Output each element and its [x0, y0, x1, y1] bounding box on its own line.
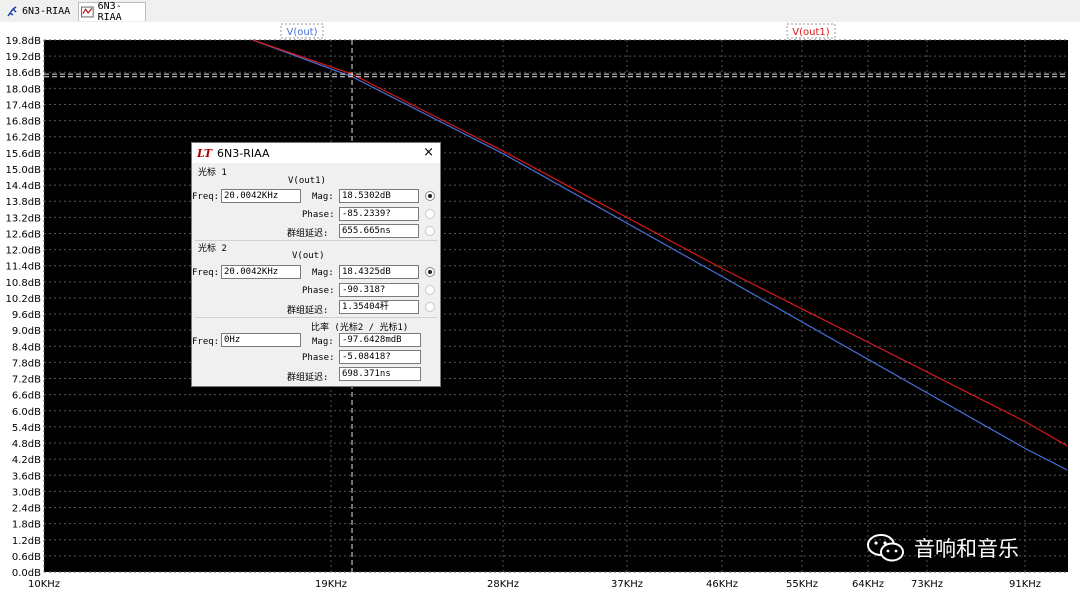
- close-icon[interactable]: ×: [423, 145, 434, 160]
- cursor2-delay-radio[interactable]: [425, 302, 435, 312]
- cursor2-freq-field[interactable]: 20.0042KHz: [221, 265, 301, 279]
- x-tick-label: 55KHz: [785, 579, 819, 590]
- cursor1-delay-label: 群组延迟:: [287, 229, 329, 239]
- cursor2-trace: V(out): [292, 251, 325, 261]
- cursor2-delay-label: 群组延迟:: [287, 306, 329, 316]
- ratio-phase-field[interactable]: -5.08418?: [339, 350, 421, 364]
- y-tick-label: 11.4dB: [6, 262, 42, 273]
- y-tick-label: 12.6dB: [6, 229, 42, 240]
- ratio-heading: 比率 (光标2 / 光标1): [311, 323, 409, 333]
- ratio-mag-label: Mag:: [312, 337, 334, 347]
- cursor2-mag-label: Mag:: [312, 268, 334, 278]
- cursor1-mag-label: Mag:: [312, 192, 334, 202]
- cursor1-mag-field[interactable]: 18.5302dB: [339, 189, 419, 203]
- tab-label: 6N3-RIAA: [97, 1, 122, 23]
- cursor1-phase-label: Phase:: [302, 210, 335, 220]
- cursor1-freq-field[interactable]: 20.0042KHz: [221, 189, 301, 203]
- tab-label: 6N3-RIAA: [22, 6, 71, 17]
- x-tick-label: 28KHz: [486, 579, 520, 590]
- y-tick-label: 3.0dB: [12, 487, 41, 498]
- ratio-delay-label: 群组延迟:: [287, 373, 329, 383]
- y-tick-label: 0.0dB: [12, 568, 41, 579]
- y-tick-label: 16.2dB: [6, 133, 42, 144]
- x-tick-label: 37KHz: [610, 579, 644, 590]
- y-tick-label: 15.0dB: [6, 165, 42, 176]
- y-tick-label: 2.4dB: [12, 504, 41, 515]
- x-tick-label: 73KHz: [910, 579, 944, 590]
- cursor2-phase-field[interactable]: -90.318?: [339, 283, 419, 297]
- y-tick-label: 13.2dB: [6, 213, 42, 224]
- divider: [195, 240, 437, 241]
- x-tick-label: 91KHz: [1008, 579, 1042, 590]
- y-tick-label: 17.4dB: [6, 100, 42, 111]
- trace-label: V(out1): [792, 27, 829, 38]
- watermark-text: 音响和音乐: [914, 537, 1019, 561]
- y-tick-label: 1.8dB: [12, 520, 41, 531]
- x-tick-label: 10KHz: [27, 579, 61, 590]
- y-tick-label: 10.8dB: [6, 278, 42, 289]
- bode-plot[interactable]: 0.0dB 0.6dB 1.2dB 1.8dB 2.4dB 3.0dB 3.6dB 4.2dB…: [0, 22, 1080, 597]
- trace-label: V(out): [286, 27, 317, 38]
- dialog-titlebar[interactable]: LT 6N3-RIAA ×: [192, 143, 440, 163]
- y-tick-label: 13.8dB: [6, 197, 42, 208]
- cursor2-phase-radio[interactable]: [425, 285, 435, 295]
- y-tick-label: 1.2dB: [12, 536, 41, 547]
- y-tick-label: 6.0dB: [12, 407, 41, 418]
- ltspice-logo-icon: LT: [197, 146, 213, 160]
- x-tick-label: 19KHz: [314, 579, 348, 590]
- cursor1-delay-field[interactable]: 655.665ns: [339, 224, 419, 238]
- y-tick-label: 14.4dB: [6, 181, 42, 192]
- ratio-mag-field[interactable]: -97.6428mdB: [339, 333, 421, 347]
- cursor1-freq-label: Freq:: [192, 192, 220, 202]
- y-tick-label: 7.8dB: [12, 358, 41, 369]
- y-tick-label: 19.8dB: [6, 36, 42, 47]
- cursor1-mag-radio[interactable]: [425, 191, 435, 201]
- cursor1-trace: V(out1): [288, 176, 326, 186]
- tab-bar: 6N3-RIAA 6N3-RIAA: [0, 0, 1080, 23]
- cursor2-mag-field[interactable]: 18.4325dB: [339, 265, 419, 279]
- watermark: 音响和音乐: [866, 532, 1019, 564]
- y-tick-label: 9.0dB: [12, 326, 41, 337]
- y-tick-label: 4.8dB: [12, 439, 41, 450]
- y-tick-label: 12.0dB: [6, 246, 42, 257]
- y-tick-label: 3.6dB: [12, 471, 41, 482]
- schematic-icon: [7, 5, 17, 16]
- cursor2-phase-label: Phase:: [302, 286, 335, 296]
- cursor1-heading: 光标 1: [198, 168, 227, 178]
- tab-waveform[interactable]: 6N3-RIAA: [78, 1, 146, 23]
- y-tick-label: 18.6dB: [6, 68, 42, 79]
- cursor1-phase-field[interactable]: -85.2339?: [339, 207, 419, 221]
- waveform-viewer[interactable]: 0.0dB 0.6dB 1.2dB 1.8dB 2.4dB 3.0dB 3.6dB 4.2dB…: [0, 22, 1080, 597]
- y-tick-label: 5.4dB: [12, 423, 41, 434]
- y-tick-label: 10.2dB: [6, 294, 42, 305]
- waveform-icon: [81, 6, 94, 18]
- cursor-dialog[interactable]: LT 6N3-RIAA × 光标 1 V(out1) Freq: 20.0042…: [191, 142, 441, 387]
- y-tick-label: 6.6dB: [12, 391, 41, 402]
- cursor1-phase-radio[interactable]: [425, 209, 435, 219]
- ratio-freq-label: Freq:: [192, 337, 220, 347]
- y-tick-label: 7.2dB: [12, 375, 41, 386]
- y-tick-label: 4.2dB: [12, 455, 41, 466]
- y-tick-label: 15.6dB: [6, 149, 42, 160]
- ratio-phase-label: Phase:: [302, 353, 335, 363]
- ratio-freq-field[interactable]: 0Hz: [221, 333, 301, 347]
- tab-schematic[interactable]: 6N3-RIAA: [4, 2, 76, 21]
- dialog-title: 6N3-RIAA: [217, 146, 270, 160]
- y-tick-label: 18.0dB: [6, 84, 42, 95]
- cursor2-mag-radio[interactable]: [425, 267, 435, 277]
- x-tick-label: 46KHz: [705, 579, 739, 590]
- x-tick-label: 64KHz: [851, 579, 885, 590]
- cursor2-delay-field[interactable]: 1.35404秆: [339, 300, 419, 314]
- cursor2-freq-label: Freq:: [192, 268, 220, 278]
- divider: [195, 317, 437, 318]
- y-tick-label: 9.6dB: [12, 310, 41, 321]
- cursor1-delay-radio[interactable]: [425, 226, 435, 236]
- y-tick-label: 19.2dB: [6, 52, 42, 63]
- cursor2-heading: 光标 2: [198, 244, 227, 254]
- ratio-delay-field[interactable]: 698.371ns: [339, 367, 421, 381]
- y-tick-label: 16.8dB: [6, 117, 42, 128]
- y-tick-label: 0.6dB: [12, 552, 41, 563]
- wechat-icon: [867, 534, 904, 562]
- y-tick-label: 8.4dB: [12, 342, 41, 353]
